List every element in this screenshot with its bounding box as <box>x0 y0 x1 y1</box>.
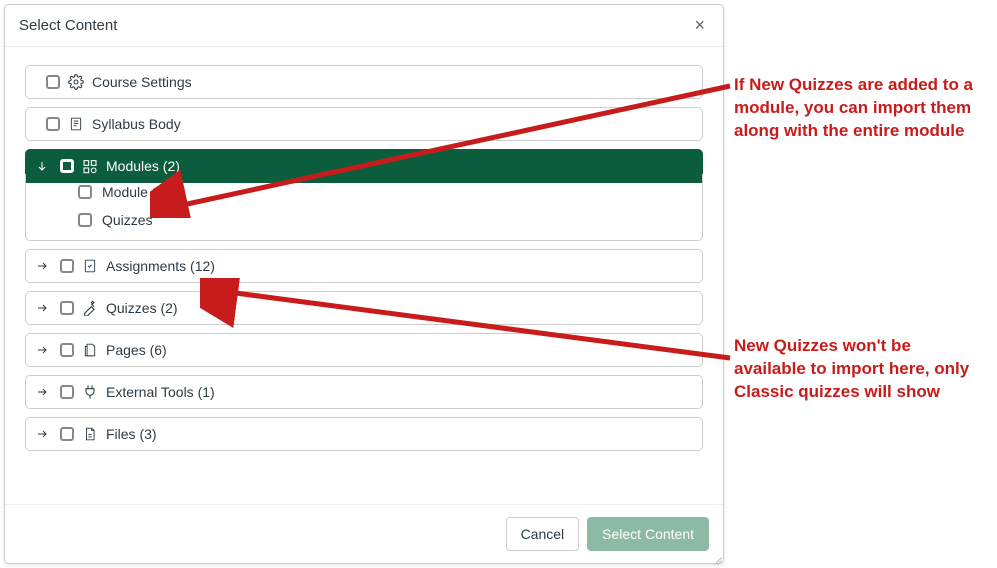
tree-item-label: Syllabus Body <box>92 116 181 132</box>
tree-child-label: Quizzes <box>102 212 153 228</box>
tree-item-files[interactable]: Files (3) <box>25 417 703 451</box>
select-content-button[interactable]: Select Content <box>587 517 709 551</box>
tree-item-label: Modules (2) <box>106 158 180 174</box>
expand-icon[interactable] <box>36 302 52 314</box>
tree-item-label: Assignments (12) <box>106 258 215 274</box>
cancel-button[interactable]: Cancel <box>506 517 580 551</box>
collapse-icon[interactable] <box>36 160 52 172</box>
tree-item-label: Pages (6) <box>106 342 167 358</box>
expand-icon[interactable] <box>36 344 52 356</box>
quizzes-icon <box>82 300 98 316</box>
tree-child-quizzes-module[interactable]: Quizzes <box>26 206 702 234</box>
modal-body: Course Settings Syllabus Body Modules (2… <box>5 47 723 504</box>
tree-child-label: Module 1 <box>102 184 160 200</box>
checkbox-external-tools[interactable] <box>60 385 74 399</box>
tree-child-module1[interactable]: Module 1 <box>26 178 702 206</box>
tree-item-course-settings[interactable]: Course Settings <box>25 65 703 99</box>
checkbox-module1[interactable] <box>78 185 92 199</box>
expand-icon[interactable] <box>36 428 52 440</box>
checkbox-assignments[interactable] <box>60 259 74 273</box>
assignments-icon <box>82 258 98 274</box>
close-button[interactable]: × <box>690 15 709 36</box>
plug-icon <box>82 384 98 400</box>
modules-icon <box>82 158 98 174</box>
tree-item-quizzes[interactable]: Quizzes (2) <box>25 291 703 325</box>
tree-item-label: Files (3) <box>106 426 157 442</box>
tree-item-external-tools[interactable]: External Tools (1) <box>25 375 703 409</box>
checkbox-files[interactable] <box>60 427 74 441</box>
annotation-top: If New Quizzes are added to a module, yo… <box>734 74 984 143</box>
checkbox-quizzes[interactable] <box>60 301 74 315</box>
modal-footer: Cancel Select Content <box>5 504 723 563</box>
checkbox-modules[interactable] <box>60 159 74 173</box>
resize-handle[interactable] <box>708 548 722 562</box>
checkbox-pages[interactable] <box>60 343 74 357</box>
pages-icon <box>82 342 98 358</box>
checkbox-syllabus[interactable] <box>46 117 60 131</box>
modules-children: Module 1 Quizzes <box>25 174 703 241</box>
tree-item-syllabus-body[interactable]: Syllabus Body <box>25 107 703 141</box>
expand-icon[interactable] <box>36 386 52 398</box>
modal-title: Select Content <box>19 17 117 34</box>
expand-icon[interactable] <box>36 260 52 272</box>
tree-item-label: External Tools (1) <box>106 384 215 400</box>
tree-item-label: Quizzes (2) <box>106 300 178 316</box>
select-content-modal: Select Content × Course Settings Syllabu… <box>4 4 724 564</box>
file-icon <box>82 426 98 442</box>
checkbox-course-settings[interactable] <box>46 75 60 89</box>
syllabus-icon <box>68 116 84 132</box>
tree-item-assignments[interactable]: Assignments (12) <box>25 249 703 283</box>
annotation-bottom: New Quizzes won't be available to import… <box>734 335 984 404</box>
tree-item-pages[interactable]: Pages (6) <box>25 333 703 367</box>
checkbox-quizzes-module[interactable] <box>78 213 92 227</box>
gear-icon <box>68 74 84 90</box>
modal-header: Select Content × <box>5 5 723 47</box>
tree-item-label: Course Settings <box>92 74 192 90</box>
